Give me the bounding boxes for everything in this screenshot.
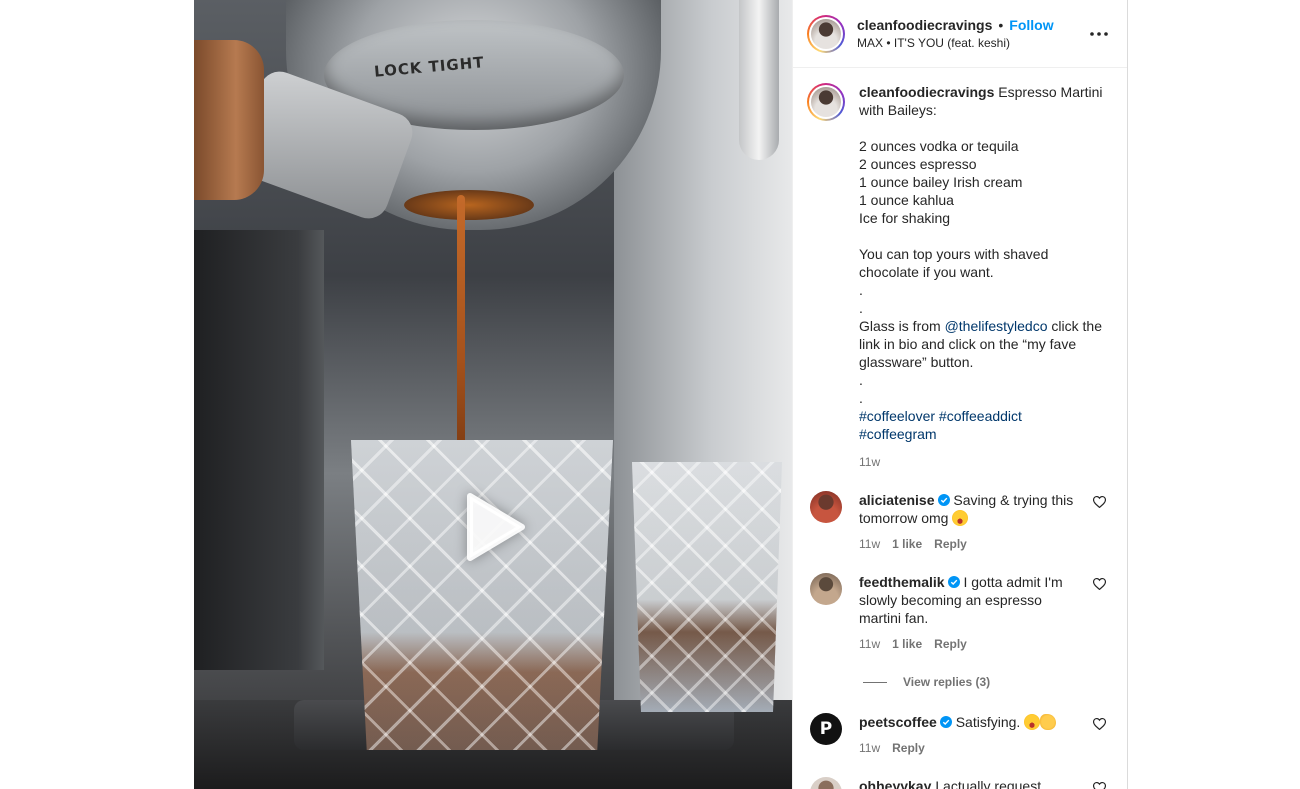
separator-dot: • [998, 16, 1004, 33]
star-struck-emoji-icon [1024, 714, 1041, 730]
steam-wand [739, 0, 779, 160]
commenter-avatar[interactable] [810, 491, 842, 523]
caption-timestamp[interactable]: 11w [859, 455, 880, 469]
comment-likes[interactable]: 1 like [892, 637, 922, 651]
comment-timestamp[interactable]: 11w [859, 741, 880, 755]
commenter-avatar[interactable] [810, 573, 842, 605]
author-username[interactable]: cleanfoodiecravings [857, 16, 992, 34]
caption-hashtags[interactable]: #coffeelover #coffeeaddict #coffeegram [859, 408, 1022, 442]
heart-icon[interactable] [1092, 781, 1107, 789]
comment-item: ohheyykay I actually request baileys [807, 777, 1113, 789]
verified-badge-icon [939, 714, 952, 728]
heart-icon[interactable] [1092, 577, 1107, 591]
comment-text: Satisfying. [955, 714, 1021, 730]
view-replies-divider [863, 681, 887, 683]
more-options-icon[interactable] [1089, 24, 1109, 44]
reply-button[interactable]: Reply [934, 537, 967, 551]
background-glass [632, 462, 782, 712]
author-avatar[interactable] [807, 14, 845, 53]
post-dialog: LOCK TIGHT cleanfoodiecravings • Follow … [194, 0, 1128, 789]
audio-track-link[interactable]: MAX • IT'S YOU (feat. keshi) [857, 34, 1054, 52]
commenter-avatar[interactable]: P [810, 713, 842, 745]
caption: cleanfoodiecravings Espresso Martini wit… [807, 83, 1113, 469]
comment-timestamp[interactable]: 11w [859, 637, 880, 651]
post-video[interactable]: LOCK TIGHT [194, 0, 792, 789]
heart-icon[interactable] [1092, 495, 1107, 509]
commenter-username[interactable]: ohheyykay [859, 778, 931, 789]
reply-button[interactable]: Reply [934, 637, 967, 651]
commenter-username[interactable]: aliciatenise [859, 492, 935, 508]
espresso-stream [457, 195, 465, 465]
post-side-panel: cleanfoodiecravings • Follow MAX • IT'S … [792, 0, 1128, 789]
comment-timestamp[interactable]: 11w [859, 537, 880, 551]
follow-button[interactable]: Follow [1009, 16, 1053, 34]
clapping-hands-emoji-icon [1040, 714, 1057, 730]
caption-username[interactable]: cleanfoodiecravings [859, 84, 994, 100]
machine-body [194, 230, 324, 670]
commenter-username[interactable]: peetscoffee [859, 714, 937, 730]
play-icon[interactable] [460, 490, 530, 564]
comment-item: aliciatenise Saving & trying this tomorr… [807, 491, 1113, 551]
view-replies-button[interactable]: View replies (3) [863, 675, 1113, 689]
caption-mention-link[interactable]: @thelifestyledco [945, 318, 1048, 334]
heart-icon[interactable] [1092, 717, 1107, 731]
reply-button[interactable]: Reply [892, 741, 925, 755]
caption-avatar[interactable] [807, 83, 845, 121]
espresso-spout [404, 190, 534, 220]
star-struck-emoji-icon [952, 510, 969, 526]
portafilter-handle [194, 40, 264, 200]
verified-badge-icon [947, 574, 960, 588]
commenter-avatar[interactable] [810, 777, 842, 789]
comments-list[interactable]: cleanfoodiecravings Espresso Martini wit… [793, 69, 1127, 789]
comment-item: P peetscoffee Satisfying. 11w Reply [807, 713, 1113, 755]
view-replies-label[interactable]: View replies (3) [903, 675, 990, 689]
post-header: cleanfoodiecravings • Follow MAX • IT'S … [793, 0, 1127, 68]
comment-likes[interactable]: 1 like [892, 537, 922, 551]
verified-badge-icon [937, 492, 950, 506]
commenter-username[interactable]: feedthemalik [859, 574, 945, 590]
caption-text: Espresso Martini with Baileys: 2 ounces … [859, 84, 1103, 334]
comment-item: feedthemalik I gotta admit I'm slowly be… [807, 573, 1113, 651]
crystal-glass [351, 440, 613, 750]
